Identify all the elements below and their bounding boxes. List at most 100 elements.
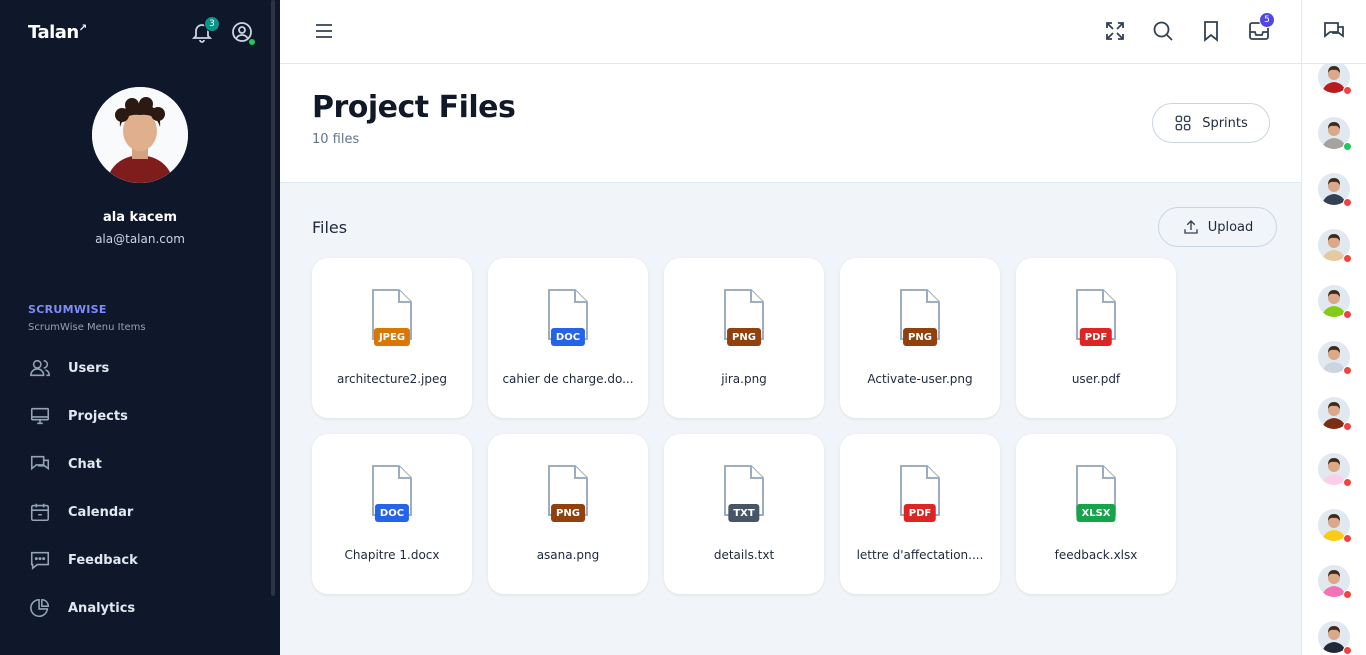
users-icon [28, 356, 52, 380]
sprints-button[interactable]: Sprints [1152, 103, 1270, 143]
fullscreen-icon [1106, 22, 1124, 40]
sidebar: Talan↗ 3 ala kacem ala@talan.com SCRUMWI… [0, 0, 280, 655]
search-icon [1153, 21, 1173, 41]
file-type-badge: PNG [727, 328, 761, 346]
file-type-badge: PDF [1079, 328, 1113, 346]
menu-section-subtitle: ScrumWise Menu Items [28, 322, 146, 333]
file-name: details.txt [713, 548, 775, 562]
file-name: asana.png [536, 548, 600, 562]
file-name: feedback.xlsx [1054, 548, 1138, 562]
contact-avatar[interactable] [1318, 397, 1352, 431]
sidebar-item-feedback[interactable]: Feedback [28, 548, 258, 572]
file-name: Activate-user.png [867, 372, 973, 386]
file-card[interactable]: PDF lettre d'affectation.... [840, 434, 1000, 594]
file-name: cahier de charge.do... [502, 372, 634, 386]
user-email: ala@talan.com [95, 232, 185, 246]
files-section-title: Files [312, 218, 348, 237]
contacts-panel [1301, 0, 1366, 655]
contact-status-dot [1343, 142, 1352, 151]
contact-status-dot [1343, 310, 1352, 319]
bookmark-icon [1204, 21, 1218, 42]
chat-bubbles-icon [1324, 22, 1344, 38]
top-bar: 5 [280, 0, 1301, 64]
menu-toggle-button[interactable] [312, 19, 336, 43]
online-status-dot [248, 38, 256, 46]
files-count: 10 files [312, 132, 360, 147]
contact-status-dot [1343, 254, 1352, 263]
file-card[interactable]: PNG jira.png [664, 258, 824, 418]
contact-avatar[interactable] [1318, 229, 1352, 263]
sidebar-item-label: Users [68, 360, 110, 376]
contact-status-dot [1343, 534, 1352, 543]
contact-avatar[interactable] [1318, 453, 1352, 487]
contact-status-dot [1343, 198, 1352, 207]
inbox-button[interactable]: 5 [1247, 12, 1275, 43]
sidebar-item-label: Projects [68, 408, 128, 424]
fullscreen-button[interactable] [1103, 19, 1127, 43]
file-card[interactable]: PNG Activate-user.png [840, 258, 1000, 418]
file-card[interactable]: DOC Chapitre 1.docx [312, 434, 472, 594]
sidebar-item-label: Analytics [68, 600, 136, 616]
file-card[interactable]: JPEG architecture2.jpeg [312, 258, 472, 418]
sidebar-item-chat[interactable]: Chat [28, 452, 258, 476]
contact-avatar[interactable] [1318, 341, 1352, 375]
file-type-badge: JPEG [373, 328, 411, 346]
messages-button[interactable] [1322, 19, 1346, 43]
sidebar-nav: Users Projects Chat Calendar Feedback An… [28, 356, 258, 644]
file-type-badge: TXT [728, 504, 760, 522]
file-card[interactable]: PDF user.pdf [1016, 258, 1176, 418]
contact-avatar[interactable] [1318, 509, 1352, 543]
profile-button[interactable] [230, 20, 256, 46]
file-name: lettre d'affectation.... [856, 548, 984, 562]
calendar-icon [28, 500, 52, 524]
file-card[interactable]: PNG asana.png [488, 434, 648, 594]
sidebar-item-label: Calendar [68, 504, 134, 520]
contact-avatar[interactable] [1318, 117, 1352, 151]
upload-button[interactable]: Upload [1158, 207, 1277, 247]
page-title: Project Files [312, 90, 516, 125]
notifications-button[interactable]: 3 [190, 16, 220, 44]
file-name: architecture2.jpeg [336, 372, 447, 386]
monitor-icon [28, 404, 52, 428]
file-card[interactable]: XLSX feedback.xlsx [1016, 434, 1176, 594]
contact-status-dot [1343, 478, 1352, 487]
file-type-badge: DOC [374, 504, 410, 522]
sidebar-item-analytics[interactable]: Analytics [28, 596, 258, 620]
hamburger-icon [316, 24, 332, 38]
file-name: jira.png [721, 372, 767, 386]
contact-status-dot [1343, 646, 1352, 655]
upload-icon [1184, 220, 1198, 234]
contact-avatar[interactable] [1318, 565, 1352, 599]
sidebar-scrollbar[interactable] [271, 0, 275, 596]
file-type-badge: DOC [550, 328, 586, 346]
contact-status-dot [1343, 86, 1352, 95]
file-name: user.pdf [1071, 372, 1121, 386]
contacts-list [1318, 63, 1352, 655]
contact-status-dot [1343, 422, 1352, 431]
app-logo[interactable]: Talan↗ [28, 22, 87, 43]
user-name: ala kacem [102, 210, 177, 225]
file-card[interactable]: DOC cahier de charge.do... [488, 258, 648, 418]
contact-avatar[interactable] [1318, 173, 1352, 207]
contact-status-dot [1343, 590, 1352, 599]
contact-status-dot [1343, 366, 1352, 375]
file-grid: JPEG architecture2.jpeg DOC cahier de charg… [312, 258, 1176, 594]
file-card[interactable]: TXT details.txt [664, 434, 824, 594]
search-button[interactable] [1151, 19, 1175, 43]
sidebar-item-calendar[interactable]: Calendar [28, 500, 258, 524]
sidebar-item-users[interactable]: Users [28, 356, 258, 380]
contact-avatar[interactable] [1318, 621, 1352, 655]
user-avatar[interactable] [92, 87, 188, 183]
sidebar-item-projects[interactable]: Projects [28, 404, 258, 428]
file-type-badge: PNG [551, 504, 585, 522]
bookmarks-button[interactable] [1199, 19, 1223, 43]
file-type-badge: PDF [903, 504, 937, 522]
contact-avatar[interactable] [1318, 63, 1352, 95]
pie-chart-icon [28, 596, 52, 620]
sidebar-item-label: Feedback [68, 552, 138, 568]
contact-avatar[interactable] [1318, 285, 1352, 319]
menu-section-title: SCRUMWISE [28, 303, 107, 316]
upload-button-label: Upload [1207, 219, 1254, 235]
inbox-count-badge: 5 [1259, 12, 1275, 28]
feedback-icon [28, 548, 52, 572]
